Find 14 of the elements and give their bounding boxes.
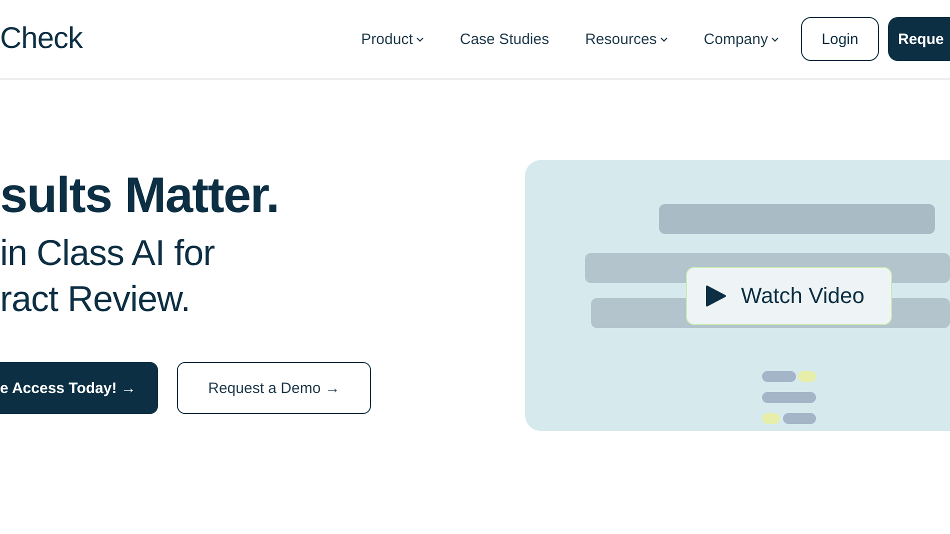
nav-link[interactable]: Resources	[585, 30, 668, 48]
hero-title: sults Matter.	[0, 166, 280, 225]
request-button[interactable]: Reque	[888, 17, 950, 61]
play-icon	[705, 284, 727, 308]
hero-subtitle: ract Review.	[0, 277, 192, 321]
hero-subtitle: in Class AI for	[0, 231, 216, 275]
login-button[interactable]: Login	[801, 17, 879, 61]
access-button[interactable]: e Access Today! →	[0, 362, 158, 414]
nav-link[interactable]: Product	[361, 30, 424, 48]
demo-button[interactable]: Request a Demo →	[177, 362, 371, 414]
nav-link[interactable]: Company	[704, 30, 779, 48]
logo[interactable]: Check	[0, 22, 83, 56]
watch-video-button[interactable]: Watch Video	[686, 267, 892, 325]
nav-link[interactable]: Case Studies	[460, 30, 550, 48]
